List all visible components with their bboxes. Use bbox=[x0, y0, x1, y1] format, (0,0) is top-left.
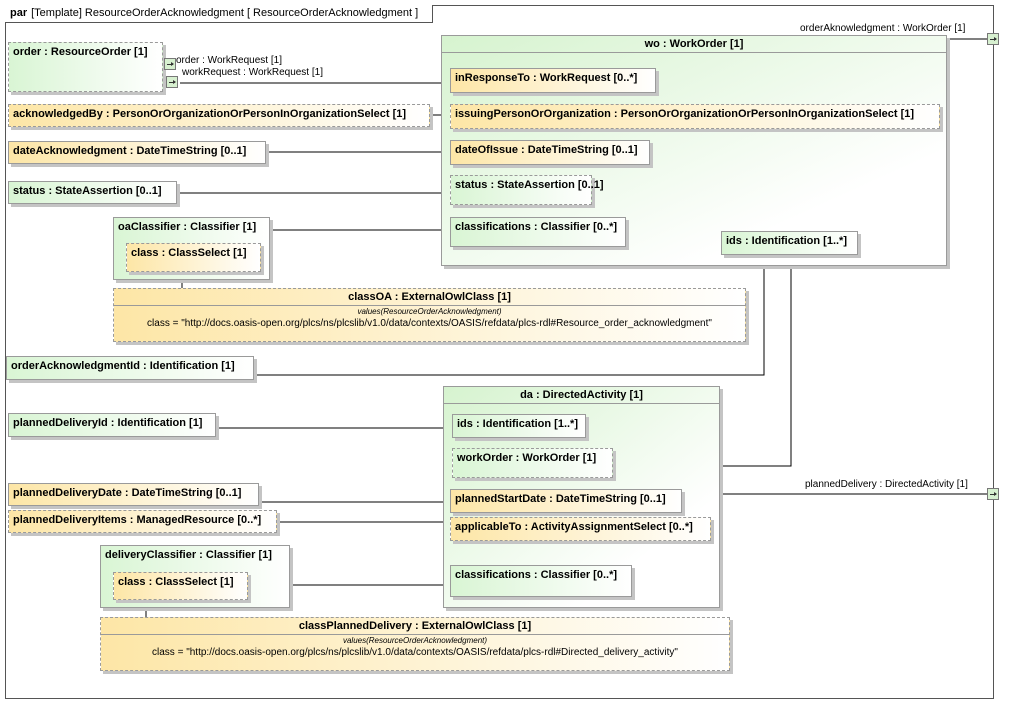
part-classoa[interactable]: classOA : ExternalOwlClass [1] values(Re… bbox=[113, 288, 746, 342]
part-wo-issuing[interactable]: issuingPersonOrOrganization : PersonOrOr… bbox=[450, 104, 940, 129]
port-orderaknowledgment-label: orderAknowledgment : WorkOrder [1] bbox=[800, 23, 966, 34]
part-acknowledgedby[interactable]: acknowledgedBy : PersonOrOrganizationOrP… bbox=[8, 104, 430, 127]
part-dateacknowledgment[interactable]: dateAcknowledgment : DateTimeString [0..… bbox=[8, 141, 266, 164]
part-classoa-values-label: values(ResourceOrderAcknowledgment) bbox=[357, 307, 502, 316]
part-deliveryclassifier-label: deliveryClassifier : Classifier [1] bbox=[105, 549, 272, 561]
part-dateacknowledgment-label: dateAcknowledgment : DateTimeString [0..… bbox=[13, 145, 247, 157]
part-wo-status[interactable]: status : StateAssertion [0..1] bbox=[450, 175, 604, 205]
part-da-classifications-label: classifications : Classifier [0..*] bbox=[455, 569, 618, 581]
part-oaclass-label: class : ClassSelect [1] bbox=[131, 247, 247, 259]
part-wo-classifications[interactable]: classifications : Classifier [0..*] bbox=[450, 217, 626, 247]
port-planneddelivery-label: plannedDelivery : DirectedActivity [1] bbox=[805, 479, 968, 490]
part-da-plannedstartdate[interactable]: plannedStartDate : DateTimeString [0..1] bbox=[450, 489, 682, 513]
diagram-canvas: par [Template] ResourceOrderAcknowledgmen… bbox=[0, 0, 1016, 715]
port-workrequest-label: workRequest : WorkRequest [1] bbox=[182, 67, 323, 78]
part-wo-issuing-label: issuingPersonOrOrganization : PersonOrOr… bbox=[455, 108, 915, 120]
port-order-workrequest-label: order : WorkRequest [1] bbox=[176, 55, 282, 66]
part-wo-dateofissue[interactable]: dateOfIssue : DateTimeString [0..1] bbox=[450, 140, 650, 165]
part-deliveryclass[interactable]: class : ClassSelect [1] bbox=[113, 572, 248, 600]
port-orderaknowledgment[interactable] bbox=[987, 33, 999, 45]
port-order-workrequest[interactable] bbox=[164, 58, 176, 70]
part-orderacknowledgmentid[interactable]: orderAcknowledgmentId : Identification [… bbox=[6, 356, 254, 380]
part-planneddeliverydate-label: plannedDeliveryDate : DateTimeString [0.… bbox=[13, 487, 242, 499]
part-wo-inresponseto[interactable]: inResponseTo : WorkRequest [0..*] bbox=[450, 68, 656, 93]
part-da-workorder[interactable]: workOrder : WorkOrder [1] bbox=[452, 448, 613, 478]
part-classoa-header: classOA : ExternalOwlClass [1] bbox=[114, 289, 745, 306]
part-da-header: da : DirectedActivity [1] bbox=[444, 387, 719, 404]
part-classplanneddelivery-value: class = "http://docs.oasis-open.org/plcs… bbox=[152, 647, 678, 658]
part-da-ids-label: ids : Identification [1..*] bbox=[457, 418, 579, 430]
part-wo-header: wo : WorkOrder [1] bbox=[442, 36, 946, 53]
part-classplanneddelivery-values-label: values(ResourceOrderAcknowledgment) bbox=[342, 636, 488, 645]
part-wo-dateofissue-label: dateOfIssue : DateTimeString [0..1] bbox=[455, 144, 638, 156]
port-planneddelivery[interactable] bbox=[987, 488, 999, 500]
part-deliveryclass-label: class : ClassSelect [1] bbox=[118, 576, 234, 588]
part-da-applicableto[interactable]: applicableTo : ActivityAssignmentSelect … bbox=[450, 517, 711, 541]
part-da-ids[interactable]: ids : Identification [1..*] bbox=[452, 414, 586, 438]
part-da-applicableto-label: applicableTo : ActivityAssignmentSelect … bbox=[455, 521, 693, 533]
part-planneddeliveryitems[interactable]: plannedDeliveryItems : ManagedResource [… bbox=[8, 510, 277, 533]
port-workrequest[interactable] bbox=[166, 76, 178, 88]
part-classoa-value: class = "http://docs.oasis-open.org/plcs… bbox=[147, 318, 712, 329]
part-classplanneddelivery-header: classPlannedDelivery : ExternalOwlClass … bbox=[101, 618, 729, 635]
part-planneddeliveryid[interactable]: plannedDeliveryId : Identification [1] bbox=[8, 413, 216, 437]
part-oaclassifier-label: oaClassifier : Classifier [1] bbox=[118, 221, 257, 233]
part-status[interactable]: status : StateAssertion [0..1] bbox=[8, 181, 177, 204]
part-da-plannedstartdate-label: plannedStartDate : DateTimeString [0..1] bbox=[455, 493, 666, 505]
part-order-label: order : ResourceOrder [1] bbox=[13, 46, 148, 58]
part-wo-status-label: status : StateAssertion [0..1] bbox=[455, 179, 604, 191]
part-acknowledgedby-label: acknowledgedBy : PersonOrOrganizationOrP… bbox=[13, 108, 407, 120]
part-da-classifications[interactable]: classifications : Classifier [0..*] bbox=[450, 565, 632, 597]
part-status-label: status : StateAssertion [0..1] bbox=[13, 185, 162, 197]
part-oaclass[interactable]: class : ClassSelect [1] bbox=[126, 243, 261, 272]
part-da-workorder-label: workOrder : WorkOrder [1] bbox=[457, 452, 597, 464]
part-planneddeliveryid-label: plannedDeliveryId : Identification [1] bbox=[13, 417, 203, 429]
part-planneddeliverydate[interactable]: plannedDeliveryDate : DateTimeString [0.… bbox=[8, 483, 259, 506]
part-orderacknowledgmentid-label: orderAcknowledgmentId : Identification [… bbox=[11, 360, 235, 372]
part-wo-inresponseto-label: inResponseTo : WorkRequest [0..*] bbox=[455, 72, 638, 84]
part-wo-ids[interactable]: ids : Identification [1..*] bbox=[721, 231, 858, 255]
part-wo-classifications-label: classifications : Classifier [0..*] bbox=[455, 221, 618, 233]
part-order[interactable]: order : ResourceOrder [1] bbox=[8, 42, 163, 92]
part-wo-ids-label: ids : Identification [1..*] bbox=[726, 235, 848, 247]
part-planneddeliveryitems-label: plannedDeliveryItems : ManagedResource [… bbox=[13, 514, 262, 526]
part-classplanneddelivery[interactable]: classPlannedDelivery : ExternalOwlClass … bbox=[100, 617, 730, 671]
